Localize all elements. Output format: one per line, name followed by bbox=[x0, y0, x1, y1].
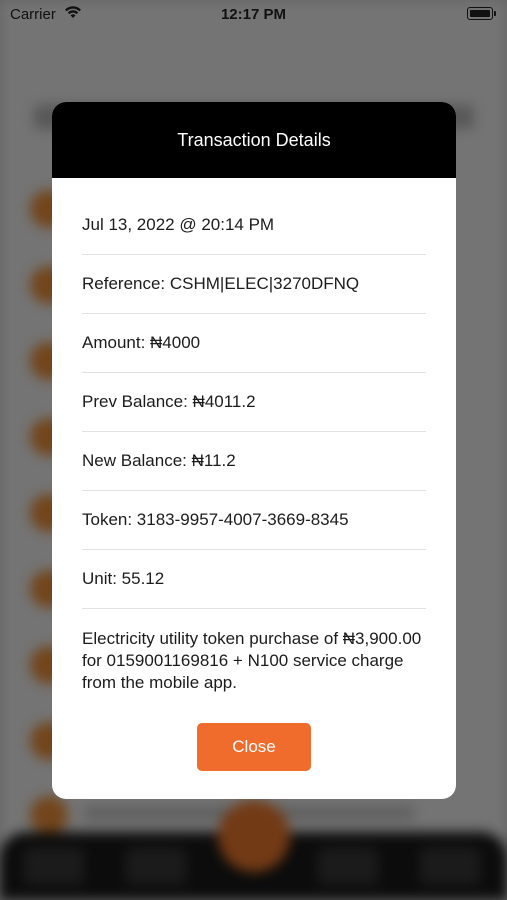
battery-icon bbox=[467, 7, 496, 20]
transaction-reference: Reference: CSHM|ELEC|3270DFNQ bbox=[82, 255, 426, 314]
close-button[interactable]: Close bbox=[197, 723, 311, 771]
transaction-details-modal: Transaction Details Jul 13, 2022 @ 20:14… bbox=[52, 102, 456, 799]
transaction-amount: Amount: ₦4000 bbox=[82, 314, 426, 373]
status-bar: Carrier 12:17 PM bbox=[0, 0, 507, 30]
unit-value: Unit: 55.12 bbox=[82, 550, 426, 609]
transaction-description: Electricity utility token purchase of ₦3… bbox=[82, 629, 422, 692]
transaction-date: Jul 13, 2022 @ 20:14 PM bbox=[82, 178, 426, 255]
modal-title: Transaction Details bbox=[177, 129, 331, 150]
status-time: 12:17 PM bbox=[220, 6, 287, 23]
previous-balance: Prev Balance: ₦4011.2 bbox=[82, 373, 426, 432]
modal-body: Jul 13, 2022 @ 20:14 PM Reference: CSHM|… bbox=[52, 178, 456, 694]
new-balance: New Balance: ₦11.2 bbox=[82, 432, 426, 491]
token-value: Token: 3183-9957-4007-3669-8345 bbox=[82, 491, 426, 550]
modal-header: Transaction Details bbox=[52, 102, 456, 178]
